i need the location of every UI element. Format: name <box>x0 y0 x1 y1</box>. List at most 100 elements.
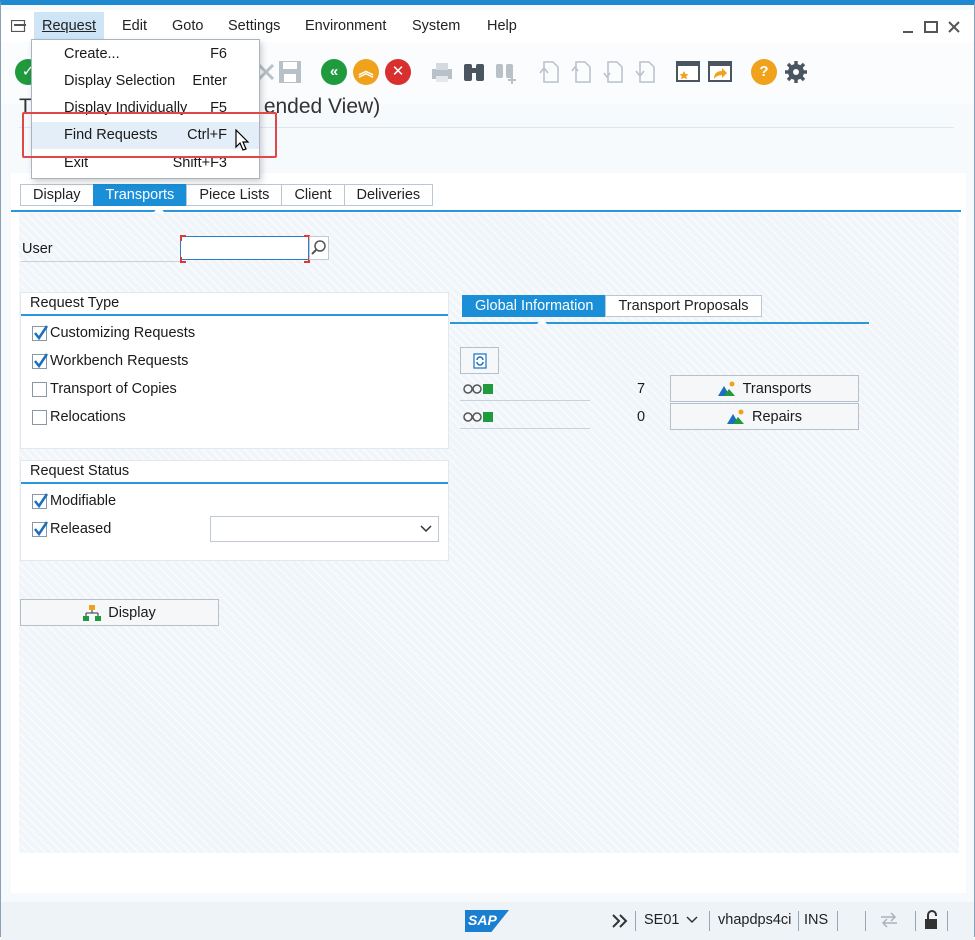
help-icon[interactable]: ? <box>751 59 777 85</box>
insert-mode: INS <box>804 912 829 928</box>
tab-transports[interactable]: Transports <box>92 184 187 206</box>
hierarchy-icon <box>83 604 102 621</box>
menu-edit[interactable]: Edit <box>114 12 155 40</box>
request-menu-dropdown: Create... F6 Display Selection Enter Displ… <box>31 39 260 179</box>
status-separator <box>865 911 866 931</box>
request-type-divider <box>21 314 448 316</box>
close-icon[interactable] <box>947 20 961 34</box>
menu-goto[interactable]: Goto <box>164 12 211 40</box>
menu-item-create[interactable]: Create... F6 <box>32 41 259 68</box>
back-icon[interactable]: « <box>321 59 347 85</box>
sap-logo: SAP <box>465 910 509 932</box>
system-id: SE01 <box>644 912 680 928</box>
info-row-2 <box>460 406 590 429</box>
tab-global-information[interactable]: Global Information <box>462 295 606 317</box>
released-label: Released <box>50 521 112 537</box>
search-icon <box>311 240 326 255</box>
released-checkbox[interactable] <box>32 521 49 537</box>
transports-button[interactable]: Transports <box>670 375 859 402</box>
settings-gear-icon[interactable] <box>783 59 809 85</box>
status-separator <box>947 911 948 931</box>
chevron-down-icon <box>420 525 432 533</box>
tab-transport-proposals[interactable]: Transport Proposals <box>605 295 762 317</box>
mouse-cursor-icon <box>235 129 250 151</box>
user-label: User <box>22 241 53 257</box>
mountain-icon <box>727 409 745 424</box>
transfer-arrows-icon <box>881 912 897 928</box>
selected-tab-caret <box>154 206 164 212</box>
status-bar: SAP SE01 vhapdps4ci INS <box>1 902 974 940</box>
sap-window: Request Edit Goto Settings Environment S… <box>0 0 975 940</box>
menu-request[interactable]: Request <box>34 12 105 40</box>
status-separator <box>837 911 838 931</box>
last-page-icon[interactable] <box>633 59 659 85</box>
checkmark-icon <box>34 493 49 509</box>
maximize-icon[interactable] <box>924 20 938 34</box>
exit-icon[interactable]: ︽ <box>353 59 379 85</box>
request-status-title: Request Status <box>30 463 130 479</box>
server-name: vhapdps4ci <box>718 912 792 928</box>
relocations-checkbox[interactable] <box>32 410 47 425</box>
cancel-icon[interactable]: ✕ <box>385 59 411 85</box>
checkmark-icon <box>34 521 49 537</box>
relocations-label: Relocations <box>50 409 126 425</box>
chevrons-right-icon[interactable] <box>611 913 629 929</box>
minimize-icon[interactable] <box>901 20 915 34</box>
save-icon[interactable] <box>277 59 303 85</box>
menu-item-display-selection[interactable]: Display Selection Enter <box>32 68 259 95</box>
chevron-down-icon[interactable] <box>686 916 698 924</box>
request-status-divider <box>21 482 448 484</box>
tab-display[interactable]: Display <box>20 184 93 206</box>
refresh-icon <box>472 352 487 369</box>
request-status-group: Request Status Modifiable Released <box>20 460 449 561</box>
main-area: Display Transports Piece Lists Client De… <box>11 173 966 893</box>
repairs-button[interactable]: Repairs <box>670 403 859 430</box>
previous-page-icon[interactable] <box>569 59 595 85</box>
released-date-select[interactable] <box>210 516 439 542</box>
display-button[interactable]: Display <box>20 599 219 626</box>
transport-of-copies-checkbox[interactable] <box>32 382 47 397</box>
lock-icon[interactable] <box>923 910 941 930</box>
request-type-title: Request Type <box>30 295 120 311</box>
first-page-icon[interactable] <box>537 59 563 85</box>
display-button-label: Display <box>108 604 156 621</box>
status-separator <box>915 911 916 931</box>
modifiable-label: Modifiable <box>50 493 117 509</box>
status-separator <box>798 911 799 931</box>
customizing-requests-label: Customizing Requests <box>50 325 196 341</box>
print-icon[interactable] <box>429 59 455 85</box>
tab-deliveries[interactable]: Deliveries <box>343 184 434 206</box>
next-page-icon[interactable] <box>601 59 627 85</box>
info-tabstrip: Global Information Transport Proposals <box>462 295 762 317</box>
user-search-help-button[interactable] <box>309 236 329 260</box>
repairs-count: 0 <box>637 409 646 425</box>
system-menu-icon[interactable] <box>11 20 27 32</box>
tab-client[interactable]: Client <box>281 184 344 206</box>
menu-settings[interactable]: Settings <box>220 12 288 40</box>
customizing-requests-checkbox[interactable] <box>32 325 49 341</box>
main-tabstrip: Display Transports Piece Lists Client De… <box>20 184 434 206</box>
menu-help[interactable]: Help <box>479 12 525 40</box>
mountain-icon <box>717 381 735 396</box>
shortcut-icon[interactable] <box>707 59 733 85</box>
modifiable-checkbox[interactable] <box>32 493 49 509</box>
find-icon[interactable] <box>461 59 487 85</box>
status-separator <box>635 911 636 931</box>
user-input-focus-marks <box>180 235 310 263</box>
tab-piece-lists[interactable]: Piece Lists <box>186 184 282 206</box>
menu-system[interactable]: System <box>404 12 468 40</box>
info-tab-underline <box>450 322 869 324</box>
workbench-requests-checkbox[interactable] <box>32 353 49 369</box>
repairs-button-label: Repairs <box>752 408 802 425</box>
transports-button-label: Transports <box>742 380 812 397</box>
menu-environment[interactable]: Environment <box>297 12 394 40</box>
checkmark-icon <box>34 325 49 341</box>
refresh-button[interactable] <box>460 347 499 374</box>
status-lights-icon <box>463 412 493 422</box>
transport-of-copies-label: Transport of Copies <box>50 381 177 397</box>
workbench-requests-label: Workbench Requests <box>50 353 189 369</box>
find-next-icon[interactable] <box>493 59 519 85</box>
transports-count: 7 <box>637 381 646 397</box>
create-session-icon[interactable] <box>675 59 701 85</box>
user-label-underline <box>21 261 181 262</box>
